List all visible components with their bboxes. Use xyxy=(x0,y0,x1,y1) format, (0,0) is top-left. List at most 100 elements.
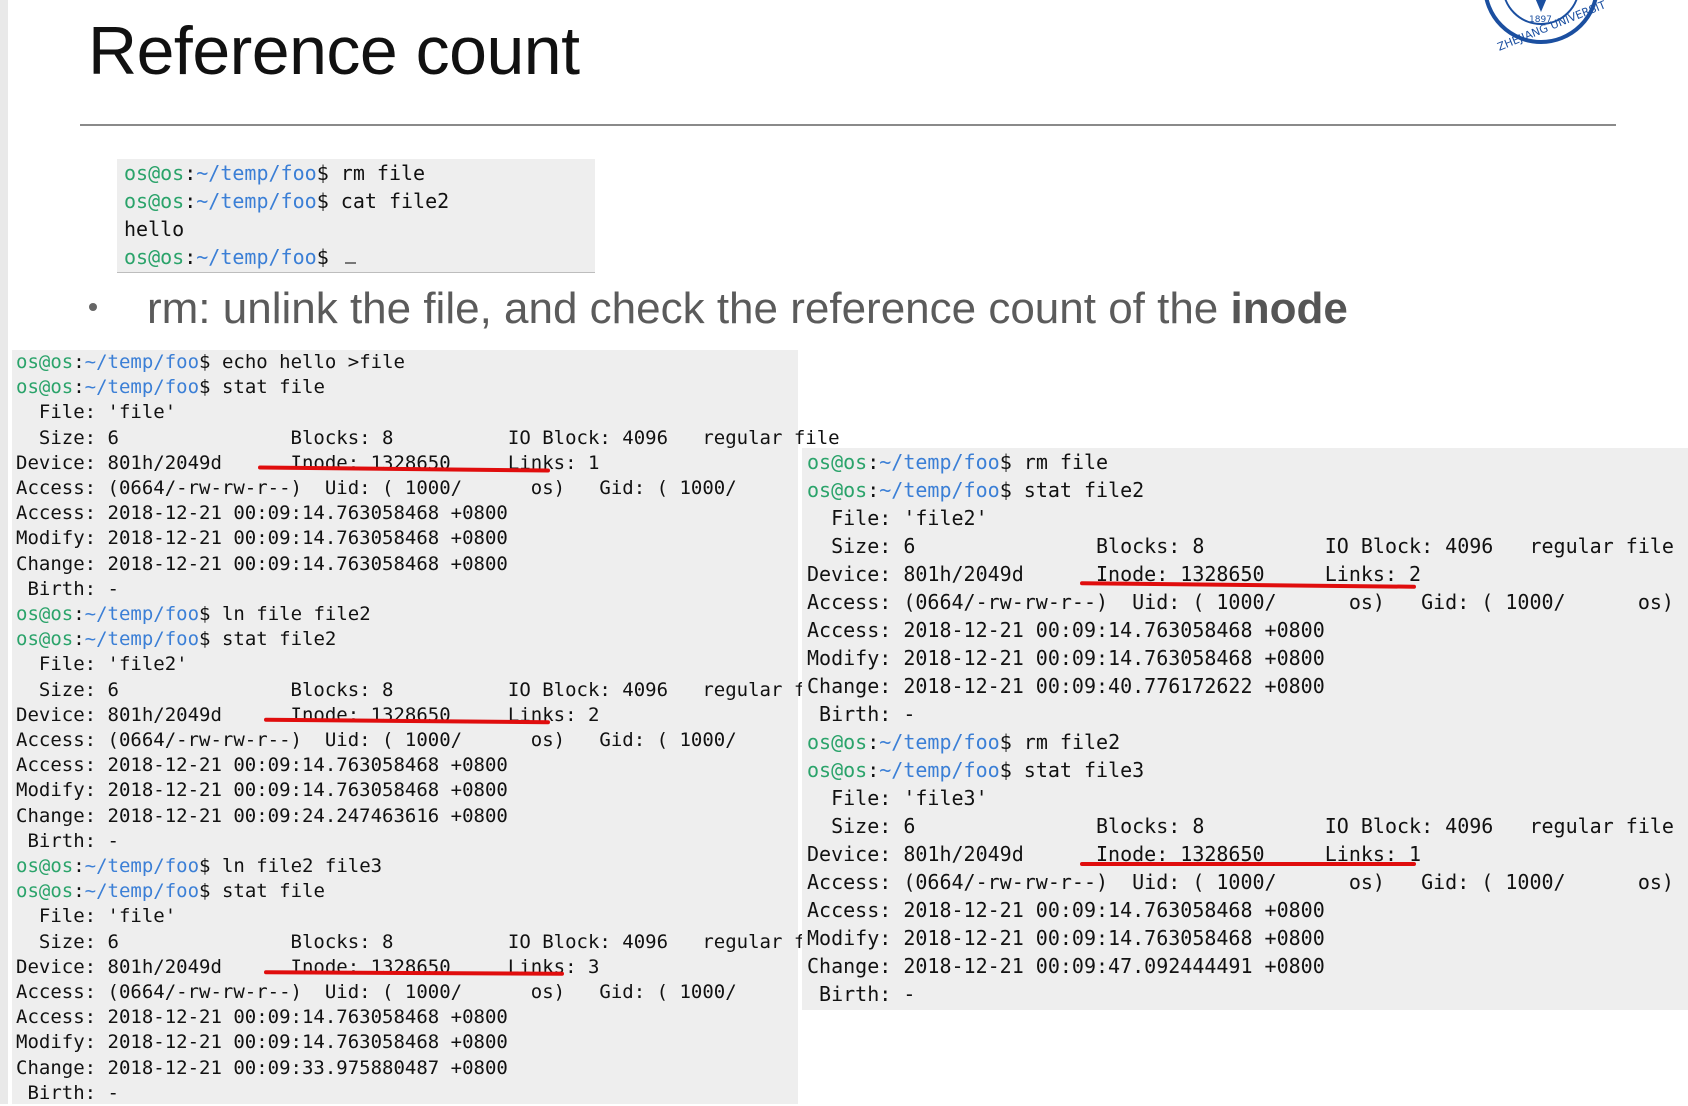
prompt-sep: : xyxy=(184,245,197,269)
prompt-sep: : xyxy=(73,628,85,651)
terminal-output: Change: 2018-12-21 00:09:40.776172622 +0… xyxy=(807,674,1325,698)
terminal-small: os@os:~/temp/foo$ rm file os@os:~/temp/fo… xyxy=(117,159,595,273)
terminal-output: Access: 2018-12-21 00:09:14.763058468 +0… xyxy=(807,898,1325,922)
terminal-output: Access: (0664/-rw-rw-r--) Uid: ( 1000/ o… xyxy=(16,729,840,752)
terminal-line: os@os:~/temp/foo$ stat file xyxy=(16,375,798,400)
prompt-path: ~/temp/foo xyxy=(84,628,200,651)
terminal-output: hello xyxy=(124,217,185,241)
terminal-line: File: 'file' xyxy=(16,400,798,425)
terminal-line: os@os:~/temp/foo$ stat file2 xyxy=(807,476,1688,504)
prompt-sep: : xyxy=(73,880,85,903)
terminal-line: Birth: - xyxy=(807,700,1688,728)
terminal-line: Access: (0664/-rw-rw-r--) Uid: ( 1000/ o… xyxy=(16,980,840,1005)
prompt-user: os@os xyxy=(16,628,74,651)
terminal-left: os@os:~/temp/foo$ echo hello >file os@os:… xyxy=(12,350,840,1104)
terminal-line: Modify: 2018-12-21 00:09:14.763058468 +0… xyxy=(16,778,798,803)
prompt-user: os@os xyxy=(124,245,185,269)
prompt-sep: : xyxy=(184,189,197,213)
terminal-line: os@os:~/temp/foo$ xyxy=(124,243,595,271)
prompt-sep: : xyxy=(73,603,85,626)
terminal-command: rm file2 xyxy=(1011,730,1121,754)
terminal-command: echo hello >file xyxy=(210,351,405,373)
university-logo: 1897 ZHEJIANG UNIVERSITY xyxy=(1478,0,1604,66)
terminal-output: File: 'file3' xyxy=(807,786,988,810)
prompt-path: ~/temp/foo xyxy=(84,855,200,878)
prompt-sep: : xyxy=(73,351,85,373)
prompt-symbol: $ xyxy=(999,730,1012,754)
prompt-path: ~/temp/foo xyxy=(84,880,200,903)
terminal-output: Modify: 2018-12-21 00:09:14.763058468 +0… xyxy=(16,1031,508,1054)
terminal-line: File: 'file2' xyxy=(16,652,798,677)
terminal-line: os@os:~/temp/foo$ stat file xyxy=(16,879,798,904)
prompt-symbol: $ xyxy=(999,478,1012,502)
terminal-line: Device: 801h/2049d Inode: 1328650 Links:… xyxy=(16,955,798,980)
terminal-line: Size: 6 Blocks: 8 IO Block: 4096 regular… xyxy=(16,678,840,703)
prompt-symbol: $ xyxy=(999,450,1012,474)
terminal-line: Device: 801h/2049d Inode: 1328650 Links:… xyxy=(16,451,798,476)
terminal-command: stat file xyxy=(210,880,325,903)
terminal-output: File: 'file' xyxy=(16,401,177,424)
terminal-line: Modify: 2018-12-21 00:09:14.763058468 +0… xyxy=(807,644,1688,672)
terminal-line: Birth: - xyxy=(16,829,798,854)
prompt-symbol: $ xyxy=(199,880,211,903)
terminal-line: Size: 6 Blocks: 8 IO Block: 4096 regular… xyxy=(807,812,1688,840)
slide-edge-strip xyxy=(0,0,8,1104)
terminal-line: Access: 2018-12-21 00:09:14.763058468 +0… xyxy=(16,1005,798,1030)
prompt-symbol: $ xyxy=(199,603,211,626)
bullet-text-main: rm: unlink the file, and check the refer… xyxy=(147,284,1231,333)
prompt-sep: : xyxy=(867,450,880,474)
prompt-path: ~/temp/foo xyxy=(879,478,1000,502)
prompt-user: os@os xyxy=(124,161,185,185)
terminal-command: ln file file2 xyxy=(210,603,371,626)
highlight-underline xyxy=(1080,862,1416,866)
prompt-path: ~/temp/foo xyxy=(196,245,317,269)
terminal-line: File: 'file' xyxy=(16,904,798,929)
prompt-symbol: $ xyxy=(316,245,329,269)
terminal-output: Modify: 2018-12-21 00:09:14.763058468 +0… xyxy=(16,779,508,802)
terminal-line: Birth: - xyxy=(807,980,1688,1008)
terminal-output: Modify: 2018-12-21 00:09:14.763058468 +0… xyxy=(807,926,1325,950)
terminal-line: os@os:~/temp/foo$ ln file2 file3 xyxy=(16,854,798,879)
prompt-sep: : xyxy=(867,758,880,782)
terminal-output: Size: 6 Blocks: 8 IO Block: 4096 regular… xyxy=(16,930,840,953)
terminal-line: Change: 2018-12-21 00:09:14.763058468 +0… xyxy=(16,552,798,577)
terminal-line: os@os:~/temp/foo$ cat file2 xyxy=(124,187,595,215)
prompt-user: os@os xyxy=(807,478,868,502)
terminal-line: Modify: 2018-12-21 00:09:14.763058468 +0… xyxy=(16,526,798,551)
prompt-sep: : xyxy=(73,855,85,878)
terminal-line: Change: 2018-12-21 00:09:40.776172622 +0… xyxy=(807,672,1688,700)
prompt-path: ~/temp/foo xyxy=(879,758,1000,782)
terminal-output: Change: 2018-12-21 00:09:33.975880487 +0… xyxy=(16,1056,508,1079)
terminal-output: Size: 6 Blocks: 8 IO Block: 4096 regular… xyxy=(807,814,1674,838)
terminal-output: Access: 2018-12-21 00:09:14.763058468 +0… xyxy=(16,1006,508,1029)
prompt-path: ~/temp/foo xyxy=(84,603,200,626)
prompt-path: ~/temp/foo xyxy=(196,189,317,213)
terminal-command: stat file2 xyxy=(210,628,337,651)
terminal-line: Change: 2018-12-21 00:09:47.092444491 +0… xyxy=(807,952,1688,980)
prompt-user: os@os xyxy=(16,880,74,903)
terminal-output: Access: 2018-12-21 00:09:14.763058468 +0… xyxy=(16,502,508,525)
terminal-output: Birth: - xyxy=(807,982,916,1006)
prompt-user: os@os xyxy=(16,376,74,399)
terminal-output: File: 'file2' xyxy=(807,506,988,530)
terminal-output: Modify: 2018-12-21 00:09:14.763058468 +0… xyxy=(16,527,508,550)
terminal-line: os@os:~/temp/foo$ ln file file2 xyxy=(16,602,798,627)
prompt-sep: : xyxy=(867,730,880,754)
terminal-line: Modify: 2018-12-21 00:09:14.763058468 +0… xyxy=(807,924,1688,952)
prompt-path: ~/temp/foo xyxy=(196,161,317,185)
slide-title: Reference count xyxy=(88,13,580,89)
prompt-symbol: $ xyxy=(199,628,211,651)
prompt-sep: : xyxy=(867,478,880,502)
prompt-path: ~/temp/foo xyxy=(84,351,200,373)
terminal-command: stat file xyxy=(210,376,325,399)
terminal-output: Size: 6 Blocks: 8 IO Block: 4096 regular… xyxy=(807,534,1674,558)
terminal-line: Modify: 2018-12-21 00:09:14.763058468 +0… xyxy=(16,1030,798,1055)
terminal-output: Birth: - xyxy=(16,1081,119,1104)
bullet-dot xyxy=(89,303,97,311)
terminal-line: Size: 6 Blocks: 8 IO Block: 4096 regular… xyxy=(16,930,840,955)
bullet-text-bold: inode xyxy=(1230,284,1348,333)
title-divider xyxy=(80,124,1616,126)
prompt-symbol: $ xyxy=(316,161,329,185)
prompt-user: os@os xyxy=(124,189,185,213)
terminal-command: rm file xyxy=(1011,450,1109,474)
